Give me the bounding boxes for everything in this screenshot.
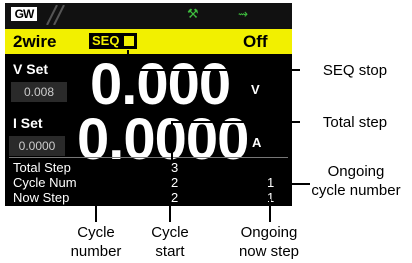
annotation-ongoing-cycle-line2: cycle number bbox=[311, 182, 401, 199]
annotation-cycle-start: Cycle start bbox=[140, 223, 200, 261]
annotation-seq-stop: SEQ stop bbox=[322, 62, 388, 79]
annotation-cycle-start-line2: start bbox=[155, 243, 185, 260]
annotation-ongoing-now-step: Ongoing now step bbox=[224, 223, 314, 261]
cycle-start-leader bbox=[156, 185, 171, 222]
annotation-ongoing-cycle-line1: Ongoing bbox=[327, 163, 385, 180]
annotation-ongoing-step-line1: Ongoing bbox=[240, 224, 298, 241]
cycle-number-leader bbox=[88, 185, 97, 222]
annotation-ongoing-cycle: Ongoing cycle number bbox=[300, 162, 412, 200]
seq-stop-leader bbox=[127, 50, 300, 71]
total-step-leader bbox=[171, 121, 300, 162]
annotation-cycle-start-line1: Cycle bbox=[151, 224, 189, 241]
annotation-ongoing-step-line2: now step bbox=[238, 243, 300, 260]
annotation-cycle-number-line2: number bbox=[70, 243, 122, 260]
annotation-total-step: Total step bbox=[322, 114, 388, 131]
annotation-cycle-number-line1: Cycle bbox=[77, 224, 115, 241]
annotation-cycle-number: Cycle number bbox=[56, 223, 136, 261]
